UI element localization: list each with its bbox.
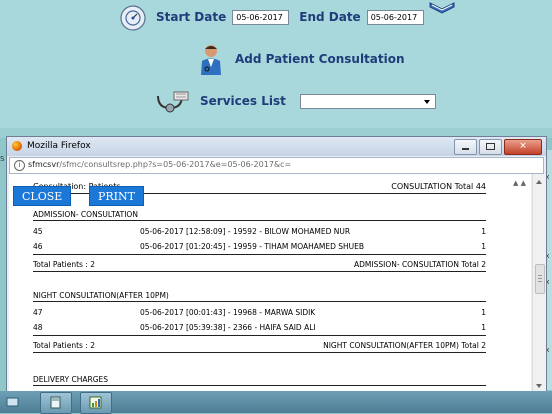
minimize-icon	[462, 148, 469, 150]
divider	[33, 254, 486, 255]
row-detail: 05-06-2017 [12:58:09] - 19592 - BILOW MO…	[140, 227, 351, 236]
row-id: 48	[33, 323, 43, 332]
maximize-icon	[486, 143, 495, 150]
row-id: 45	[33, 227, 43, 236]
taskbar	[0, 391, 552, 414]
scrollbar-thumb[interactable]	[535, 264, 545, 294]
window-controls: ✕	[452, 139, 542, 155]
start-date-label: Start Date	[156, 10, 227, 24]
total-patients: Total Patients : 2	[33, 341, 95, 350]
book-icon[interactable]	[428, 0, 456, 14]
add-consultation-label[interactable]: Add Patient Consultation	[235, 52, 405, 66]
section-title: ADMISSION- CONSULTATION	[33, 210, 138, 219]
divider	[33, 271, 486, 272]
maximize-button[interactable]	[479, 139, 502, 155]
calculator-icon	[50, 396, 61, 409]
row-detail: 05-06-2017 [05:39:38] - 2366 - HAIFA SAI…	[140, 323, 316, 332]
add-consultation-row[interactable]: Add Patient Consultation	[199, 43, 405, 75]
report-content: Consultation: Patients CONSULTATION Tota…	[9, 174, 531, 394]
close-icon: ✕	[519, 141, 527, 152]
total-patients: Total Patients : 2	[33, 260, 95, 269]
services-list-row: Services List	[154, 88, 436, 114]
url-text[interactable]: sfmcsvr/sfmc/consultsrep.php?s=05-06-201…	[28, 160, 291, 169]
row-count: 1	[481, 242, 486, 251]
vertical-scrollbar[interactable]	[532, 174, 546, 394]
divider	[33, 335, 486, 336]
folder-icon	[6, 397, 19, 407]
row-id: 47	[33, 308, 43, 317]
window-title: Mozilla Firefox	[27, 141, 91, 151]
url-path: /sfmc/consultsrep.php?s=05-06-2017&e=05-…	[59, 160, 292, 169]
inner-scroll-arrows-icon: ▲ ▲	[513, 179, 526, 187]
section-title: NIGHT CONSULTATION(AFTER 10PM)	[33, 291, 169, 300]
divider	[33, 301, 486, 302]
divider	[33, 352, 486, 353]
row-count: 1	[481, 308, 486, 317]
row-count: 1	[481, 227, 486, 236]
url-host: sfmcsvr	[28, 160, 60, 169]
firefox-popup-window: Mozilla Firefox ✕ i sfmcsvr/sfmc/consult…	[6, 136, 547, 398]
close-button[interactable]: CLOSE	[13, 186, 72, 206]
services-list-label: Services List	[200, 94, 286, 108]
address-bar[interactable]: i sfmcsvr/sfmc/consultsrep.php?s=05-06-2…	[9, 157, 544, 174]
calendar-icon	[118, 2, 148, 32]
divider	[33, 385, 486, 386]
taskbar-item[interactable]	[40, 392, 72, 414]
date-range-row: Start Date 05-06-2017 End Date 05-06-201…	[118, 2, 434, 32]
stethoscope-icon	[154, 88, 190, 114]
row-detail: 05-06-2017 [00:01:43] - 19968 - MARWA SI…	[140, 308, 316, 317]
window-title-bar[interactable]: Mozilla Firefox ✕	[7, 137, 546, 156]
close-window-button[interactable]: ✕	[504, 139, 542, 155]
end-date-field[interactable]: 05-06-2017	[366, 9, 424, 25]
section-title: DELIVERY CHARGES	[33, 375, 108, 384]
services-list-select[interactable]	[299, 93, 436, 109]
report-header-right: CONSULTATION Total 44	[391, 182, 486, 191]
background-app-panel: Start Date 05-06-2017 End Date 05-06-201…	[0, 0, 552, 129]
firefox-logo-icon	[12, 141, 22, 151]
start-date-field[interactable]: 05-06-2017	[232, 9, 290, 25]
scroll-up-icon[interactable]	[536, 180, 542, 184]
divider	[33, 220, 486, 221]
print-button[interactable]: PRINT	[89, 186, 144, 206]
chevron-down-icon	[423, 99, 430, 104]
scroll-down-icon[interactable]	[536, 384, 542, 388]
info-icon[interactable]: i	[14, 160, 25, 171]
taskbar-item[interactable]	[0, 392, 34, 412]
taskbar-item[interactable]	[80, 392, 112, 414]
row-id: 46	[33, 242, 43, 251]
side-fragment-left: S	[0, 155, 5, 163]
row-count: 1	[481, 323, 486, 332]
section-total-label: NIGHT CONSULTATION(AFTER 10PM) Total 2	[323, 341, 486, 350]
doctor-icon[interactable]	[199, 43, 223, 75]
end-date-label: End Date	[299, 10, 361, 24]
section-total-label: ADMISSION- CONSULTATION Total 2	[354, 260, 486, 269]
minimize-button[interactable]	[454, 139, 477, 155]
row-detail: 05-06-2017 [01:20:45] - 19959 - TIHAM MO…	[140, 242, 365, 251]
chart-app-icon	[89, 396, 102, 409]
